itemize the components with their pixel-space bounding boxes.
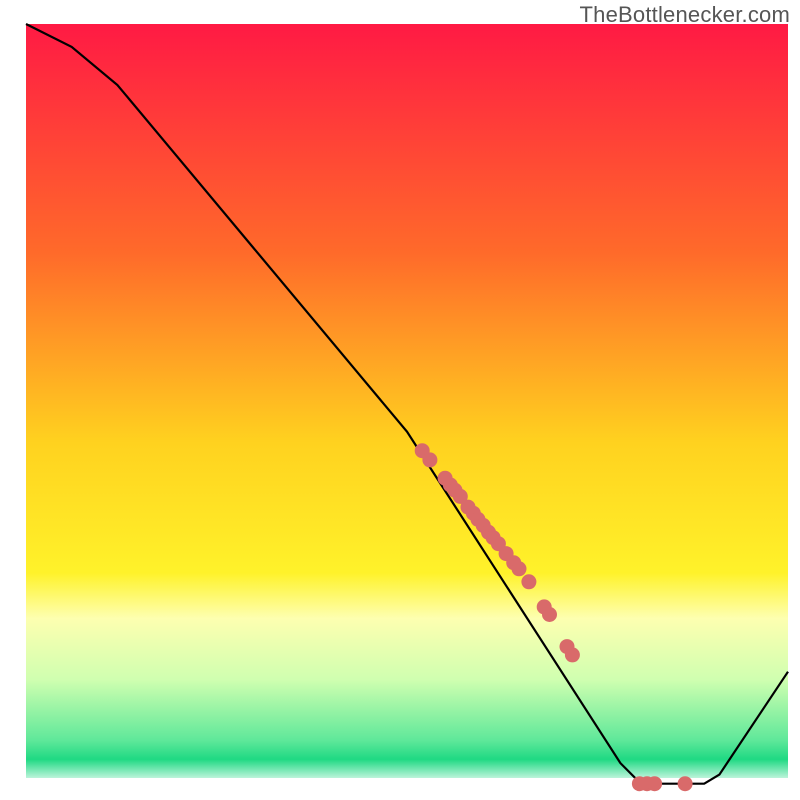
data-point [542,607,557,622]
data-point [422,452,437,467]
data-point [678,776,693,791]
bottleneck-chart [0,0,800,800]
data-point [647,776,662,791]
data-point [565,647,580,662]
watermark-text: TheBottlenecker.com [580,2,790,28]
chart-background [26,24,788,786]
data-point [512,561,527,576]
data-point [521,574,536,589]
chart-container: TheBottlenecker.com [0,0,800,800]
